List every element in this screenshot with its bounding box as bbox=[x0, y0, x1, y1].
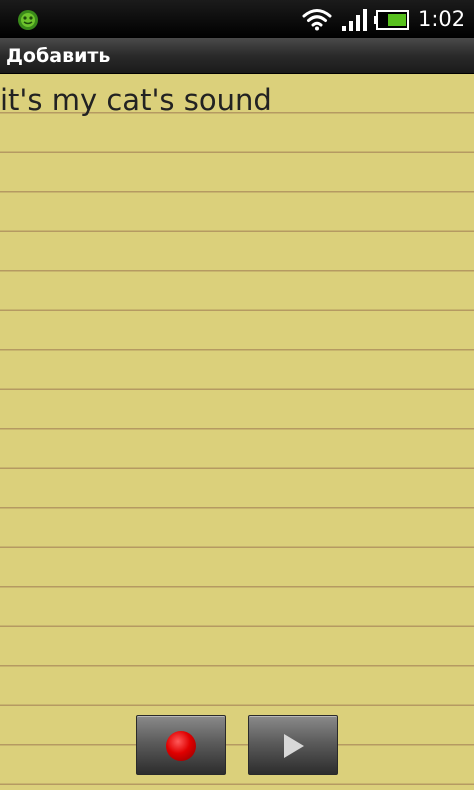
status-time: 1:02 bbox=[418, 7, 466, 31]
note-text-field[interactable]: it's my cat's sound bbox=[0, 82, 474, 118]
battery-icon bbox=[374, 10, 409, 30]
play-button[interactable] bbox=[248, 715, 338, 775]
signal-icon bbox=[342, 9, 367, 31]
app-notification-icon bbox=[18, 10, 38, 30]
title-bar: Добавить bbox=[0, 38, 474, 74]
record-button[interactable] bbox=[136, 715, 226, 775]
page-title: Добавить bbox=[6, 45, 111, 67]
record-icon bbox=[166, 731, 196, 761]
notepad-area[interactable] bbox=[0, 74, 474, 790]
wifi-icon bbox=[302, 9, 332, 31]
play-icon bbox=[284, 734, 304, 758]
status-bar: 1:02 bbox=[0, 0, 474, 38]
